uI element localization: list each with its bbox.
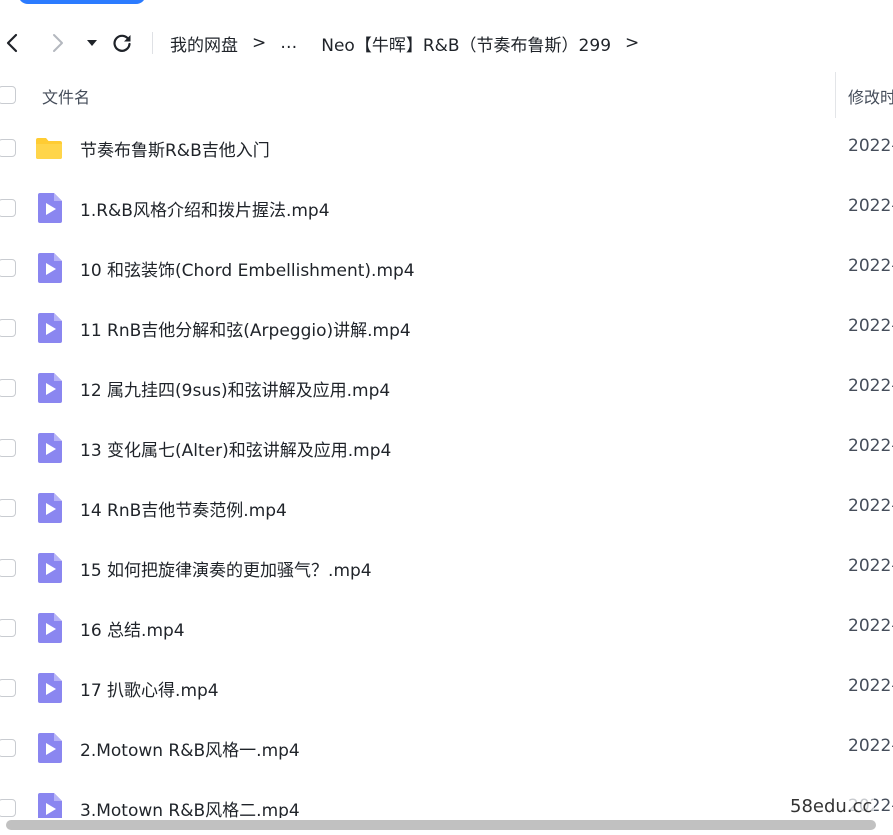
table-header: 文件名 修改时 bbox=[0, 72, 893, 118]
file-name[interactable]: 13 变化属七(Alter)和弦讲解及应用.mp4 bbox=[80, 436, 391, 461]
refresh-button[interactable] bbox=[110, 30, 134, 56]
file-row[interactable]: 14 RnB吉他节奏范例.mp4 2022- bbox=[0, 478, 893, 538]
file-name[interactable]: 17 扒歌心得.mp4 bbox=[80, 676, 219, 701]
video-file-icon bbox=[36, 192, 64, 224]
row-checkbox[interactable] bbox=[0, 619, 16, 637]
file-name[interactable]: 11 RnB吉他分解和弦(Arpeggio)讲解.mp4 bbox=[80, 316, 411, 341]
file-modified-date: 2022- bbox=[848, 736, 893, 756]
file-name[interactable]: 16 总结.mp4 bbox=[80, 616, 185, 641]
breadcrumb-root[interactable]: 我的网盘 bbox=[170, 31, 238, 56]
row-checkbox[interactable] bbox=[0, 379, 16, 397]
folder-icon bbox=[34, 133, 62, 165]
file-row[interactable]: 3.Motown R&B风格二.mp42022- bbox=[0, 778, 893, 818]
file-modified-date: 2022- bbox=[848, 616, 893, 636]
file-row[interactable]: 1.R&B风格介绍和拨片握法.mp4 2022- bbox=[0, 178, 893, 238]
row-checkbox[interactable] bbox=[0, 559, 16, 577]
select-all-checkbox[interactable] bbox=[0, 86, 16, 104]
file-modified-date: 2022- bbox=[848, 376, 893, 396]
file-modified-date: 2022- bbox=[848, 196, 893, 216]
file-name[interactable]: 14 RnB吉他节奏范例.mp4 bbox=[80, 496, 287, 521]
row-checkbox[interactable] bbox=[0, 739, 16, 757]
row-checkbox[interactable] bbox=[0, 139, 16, 157]
row-checkbox[interactable] bbox=[0, 319, 16, 337]
file-row[interactable]: 17 扒歌心得.mp4 2022- bbox=[0, 658, 893, 718]
toolbar-divider bbox=[152, 32, 153, 54]
file-row[interactable]: 10 和弦装饰(Chord Embellishment).mp4 2022- bbox=[0, 238, 893, 298]
navigation-toolbar: 我的网盘 > … Neo【牛晖】R&B（节奏布鲁斯）299 > bbox=[0, 24, 893, 62]
row-checkbox[interactable] bbox=[0, 439, 16, 457]
history-dropdown-button[interactable] bbox=[84, 30, 100, 56]
breadcrumb-separator: > bbox=[625, 33, 640, 53]
video-file-icon bbox=[36, 372, 64, 404]
breadcrumb-current[interactable]: Neo【牛晖】R&B（节奏布鲁斯）299 bbox=[321, 31, 611, 56]
folder-row[interactable]: 节奏布鲁斯R&B吉他入门 2022- bbox=[0, 118, 893, 178]
column-header-name[interactable]: 文件名 bbox=[42, 84, 90, 108]
file-modified-date: 2022- bbox=[848, 136, 893, 156]
file-name[interactable]: 节奏布鲁斯R&B吉他入门 bbox=[80, 136, 270, 161]
file-row[interactable]: 11 RnB吉他分解和弦(Arpeggio)讲解.mp4 2022- bbox=[0, 298, 893, 358]
top-accent-bar bbox=[18, 0, 146, 4]
forward-button[interactable] bbox=[48, 30, 68, 56]
row-checkbox[interactable] bbox=[0, 499, 16, 517]
file-row[interactable]: 13 变化属七(Alter)和弦讲解及应用.mp4 2022- bbox=[0, 418, 893, 478]
video-file-icon bbox=[36, 312, 64, 344]
video-file-icon bbox=[36, 432, 64, 464]
back-button[interactable] bbox=[2, 30, 22, 56]
chevron-left-icon bbox=[6, 33, 18, 53]
caret-down-icon bbox=[87, 40, 97, 46]
row-checkbox[interactable] bbox=[0, 799, 16, 817]
row-checkbox[interactable] bbox=[0, 259, 16, 277]
file-modified-date: 2022- bbox=[848, 556, 893, 576]
chevron-right-icon bbox=[53, 34, 63, 52]
file-name[interactable]: 12 属九挂四(9sus)和弦讲解及应用.mp4 bbox=[80, 376, 390, 401]
breadcrumb-separator: > bbox=[252, 33, 267, 53]
file-row[interactable]: 12 属九挂四(9sus)和弦讲解及应用.mp4 2022- bbox=[0, 358, 893, 418]
file-modified-date: 2022- bbox=[848, 676, 893, 696]
video-file-icon bbox=[36, 252, 64, 284]
file-modified-date: 2022- bbox=[848, 256, 893, 276]
horizontal-scrollbar[interactable] bbox=[0, 818, 893, 832]
row-checkbox[interactable] bbox=[0, 679, 16, 697]
file-modified-date: 2022- bbox=[848, 436, 893, 456]
video-file-icon bbox=[36, 492, 64, 524]
file-row[interactable]: 15 如何把旋律演奏的更加骚气？.mp4 2022- bbox=[0, 538, 893, 598]
file-list: 节奏布鲁斯R&B吉他入门 2022- 1.R&B风格介绍和拨片握法.mp4 2022-… bbox=[0, 118, 893, 818]
file-modified-date: 2022- bbox=[848, 496, 893, 516]
video-file-icon bbox=[36, 612, 64, 644]
breadcrumb-ellipsis[interactable]: … bbox=[280, 33, 297, 53]
file-name[interactable]: 2.Motown R&B风格一.mp4 bbox=[80, 736, 300, 761]
video-file-icon bbox=[36, 552, 64, 584]
file-name[interactable]: 3.Motown R&B风格二.mp4 bbox=[80, 796, 300, 818]
file-row[interactable]: 2.Motown R&B风格一.mp4 2022- bbox=[0, 718, 893, 778]
refresh-icon bbox=[113, 34, 131, 52]
breadcrumb: 我的网盘 > … Neo【牛晖】R&B（节奏布鲁斯）299 > bbox=[170, 30, 653, 56]
video-file-icon bbox=[36, 732, 64, 764]
video-file-icon bbox=[36, 792, 64, 818]
file-row[interactable]: 16 总结.mp4 2022- bbox=[0, 598, 893, 658]
scrollbar-thumb[interactable] bbox=[6, 820, 876, 830]
file-modified-date: 2022- bbox=[848, 316, 893, 336]
video-file-icon bbox=[36, 672, 64, 704]
file-name[interactable]: 1.R&B风格介绍和拨片握法.mp4 bbox=[80, 196, 330, 221]
file-name[interactable]: 10 和弦装饰(Chord Embellishment).mp4 bbox=[80, 256, 415, 281]
watermark: 58edu.cc bbox=[788, 796, 875, 817]
column-divider[interactable] bbox=[835, 72, 836, 118]
file-name[interactable]: 15 如何把旋律演奏的更加骚气？.mp4 bbox=[80, 556, 372, 581]
column-header-modified[interactable]: 修改时 bbox=[848, 84, 893, 108]
row-checkbox[interactable] bbox=[0, 199, 16, 217]
